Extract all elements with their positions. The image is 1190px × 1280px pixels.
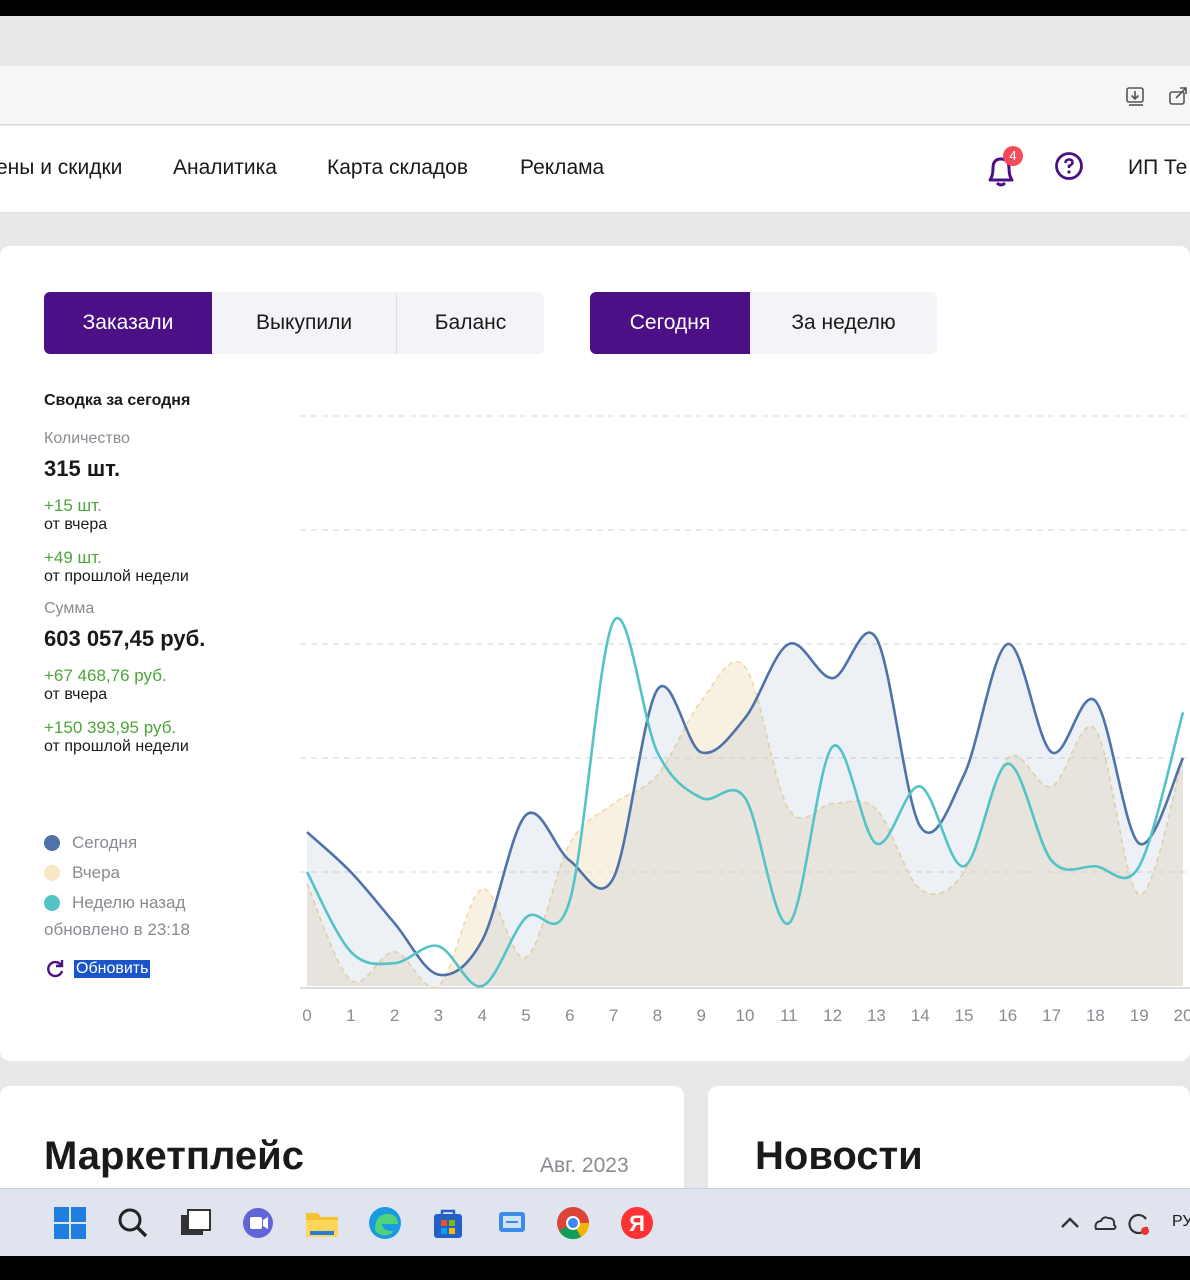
series-line-today xyxy=(306,631,1185,977)
chart-legend: Сегодня Вчера Неделю назад xyxy=(44,828,185,918)
from-last-week-label: от прошлой недели xyxy=(44,738,189,755)
x-tick-label: 2 xyxy=(390,1006,399,1025)
marketplace-date: Авг. 2023 xyxy=(540,1154,629,1177)
x-tick-label: 14 xyxy=(911,1006,930,1025)
windows-start-icon[interactable] xyxy=(50,1203,90,1243)
x-tick-label: 13 xyxy=(867,1006,886,1025)
share-icon[interactable] xyxy=(1166,84,1190,108)
sum-value: 603 057,45 руб. xyxy=(44,626,206,651)
x-tick-label: 0 xyxy=(302,1006,311,1025)
microsoft-store-icon[interactable] xyxy=(428,1203,468,1243)
series-line-week-ago xyxy=(305,616,1185,988)
legend-item-week-ago: Неделю назад xyxy=(44,888,185,918)
x-tick-label: 8 xyxy=(653,1006,662,1025)
quantity-delta-week: +49 шт. xyxy=(44,548,102,567)
browser-tab-strip xyxy=(0,16,1190,66)
legend-item-today: Сегодня xyxy=(44,828,185,858)
file-explorer-icon[interactable] xyxy=(302,1203,342,1243)
x-tick-label: 15 xyxy=(955,1006,974,1025)
user-account[interactable]: ИП Те xyxy=(1128,156,1187,180)
teams-chat-icon[interactable] xyxy=(238,1203,278,1243)
search-icon[interactable] xyxy=(113,1203,153,1243)
tab-bought-out[interactable]: Выкупили xyxy=(212,292,396,354)
install-app-icon[interactable] xyxy=(1124,84,1148,108)
edge-browser-icon[interactable] xyxy=(365,1203,405,1243)
news-title: Новости xyxy=(755,1134,923,1178)
x-tick-label: 11 xyxy=(780,1006,798,1025)
x-tick-label: 16 xyxy=(998,1006,1017,1025)
quantity-value: 315 шт. xyxy=(44,456,121,481)
from-yesterday-label: от вчера xyxy=(44,516,108,533)
help-icon[interactable] xyxy=(1054,151,1084,181)
sum-delta-week: +150 393,95 руб. xyxy=(44,718,177,737)
legend-dot xyxy=(44,865,60,881)
x-tick-label: 20 xyxy=(1174,1006,1190,1025)
x-tick-label: 3 xyxy=(434,1006,443,1025)
windows-taskbar: Я РУ xyxy=(0,1188,1190,1256)
legend-label: Вчера xyxy=(72,863,120,882)
marketplace-title: Маркетплейс xyxy=(44,1134,304,1178)
remote-desktop-icon[interactable] xyxy=(492,1203,532,1243)
nav-item-warehouse-map[interactable]: Карта складов xyxy=(327,156,468,180)
orders-summary-card: Заказали Выкупили Баланс Сегодня За неде… xyxy=(0,246,1190,1061)
onedrive-icon[interactable] xyxy=(1092,1203,1118,1243)
metric-tabs: Заказали Выкупили Баланс xyxy=(44,292,544,354)
tab-ordered[interactable]: Заказали xyxy=(44,292,212,354)
sync-icon[interactable] xyxy=(1124,1203,1154,1243)
x-tick-label: 17 xyxy=(1042,1006,1061,1025)
x-tick-label: 5 xyxy=(521,1006,530,1025)
x-tick-label: 19 xyxy=(1130,1006,1149,1025)
quantity-delta-yesterday: +15 шт. xyxy=(44,496,102,515)
series-line-yesterday xyxy=(306,660,1184,989)
top-navigation: ены и скидки Аналитика Карта складов Рек… xyxy=(0,126,1190,213)
refresh-label[interactable]: Обновить xyxy=(74,960,151,978)
summary-panel: Сводка за сегодня Количество 315 шт. +15… xyxy=(44,392,284,770)
tab-balance[interactable]: Баланс xyxy=(396,292,544,354)
legend-dot xyxy=(44,895,60,911)
x-tick-label: 9 xyxy=(696,1006,705,1025)
sum-delta-yesterday: +67 468,76 руб. xyxy=(44,666,167,685)
tab-today[interactable]: Сегодня xyxy=(590,292,750,354)
task-view-icon[interactable] xyxy=(175,1203,215,1243)
x-tick-label: 12 xyxy=(823,1006,842,1025)
summary-title: Сводка за сегодня xyxy=(44,392,191,409)
series-area-yesterday xyxy=(307,661,1183,988)
from-last-week-label: от прошлой недели xyxy=(44,568,189,585)
browser-window: ены и скидки Аналитика Карта складов Рек… xyxy=(0,16,1190,1256)
x-tick-label: 6 xyxy=(565,1006,574,1025)
yandex-browser-icon[interactable]: Я xyxy=(617,1203,657,1243)
chevron-up-icon[interactable] xyxy=(1058,1203,1082,1243)
legend-dot xyxy=(44,835,60,851)
nav-item-prices-discounts[interactable]: ены и скидки xyxy=(0,156,122,180)
refresh-icon xyxy=(47,960,64,978)
svg-text:Я: Я xyxy=(629,1211,645,1236)
x-tick-label: 1 xyxy=(346,1006,355,1025)
x-tick-label: 7 xyxy=(609,1006,618,1025)
address-bar xyxy=(0,66,1190,125)
legend-label: Неделю назад xyxy=(72,893,186,912)
x-tick-label: 4 xyxy=(477,1006,486,1025)
refresh-button[interactable]: Обновить xyxy=(44,958,151,980)
x-tick-label: 10 xyxy=(736,1006,755,1025)
language-indicator[interactable]: РУ xyxy=(1172,1213,1190,1231)
legend-item-yesterday: Вчера xyxy=(44,858,185,888)
notification-badge: 4 xyxy=(1003,146,1023,166)
sum-label: Сумма xyxy=(44,600,95,617)
period-tabs: Сегодня За неделю xyxy=(590,292,937,354)
from-yesterday-label: от вчера xyxy=(44,686,108,703)
nav-item-advertising[interactable]: Реклама xyxy=(520,156,604,180)
x-tick-label: 18 xyxy=(1086,1006,1105,1025)
nav-item-analytics[interactable]: Аналитика xyxy=(173,156,277,180)
updated-time: обновлено в 23:18 xyxy=(44,920,190,939)
chrome-browser-icon[interactable] xyxy=(553,1203,593,1243)
series-area-today xyxy=(307,632,1183,986)
legend-label: Сегодня xyxy=(72,833,138,852)
quantity-label: Количество xyxy=(44,430,130,447)
tab-week[interactable]: За неделю xyxy=(750,292,937,354)
